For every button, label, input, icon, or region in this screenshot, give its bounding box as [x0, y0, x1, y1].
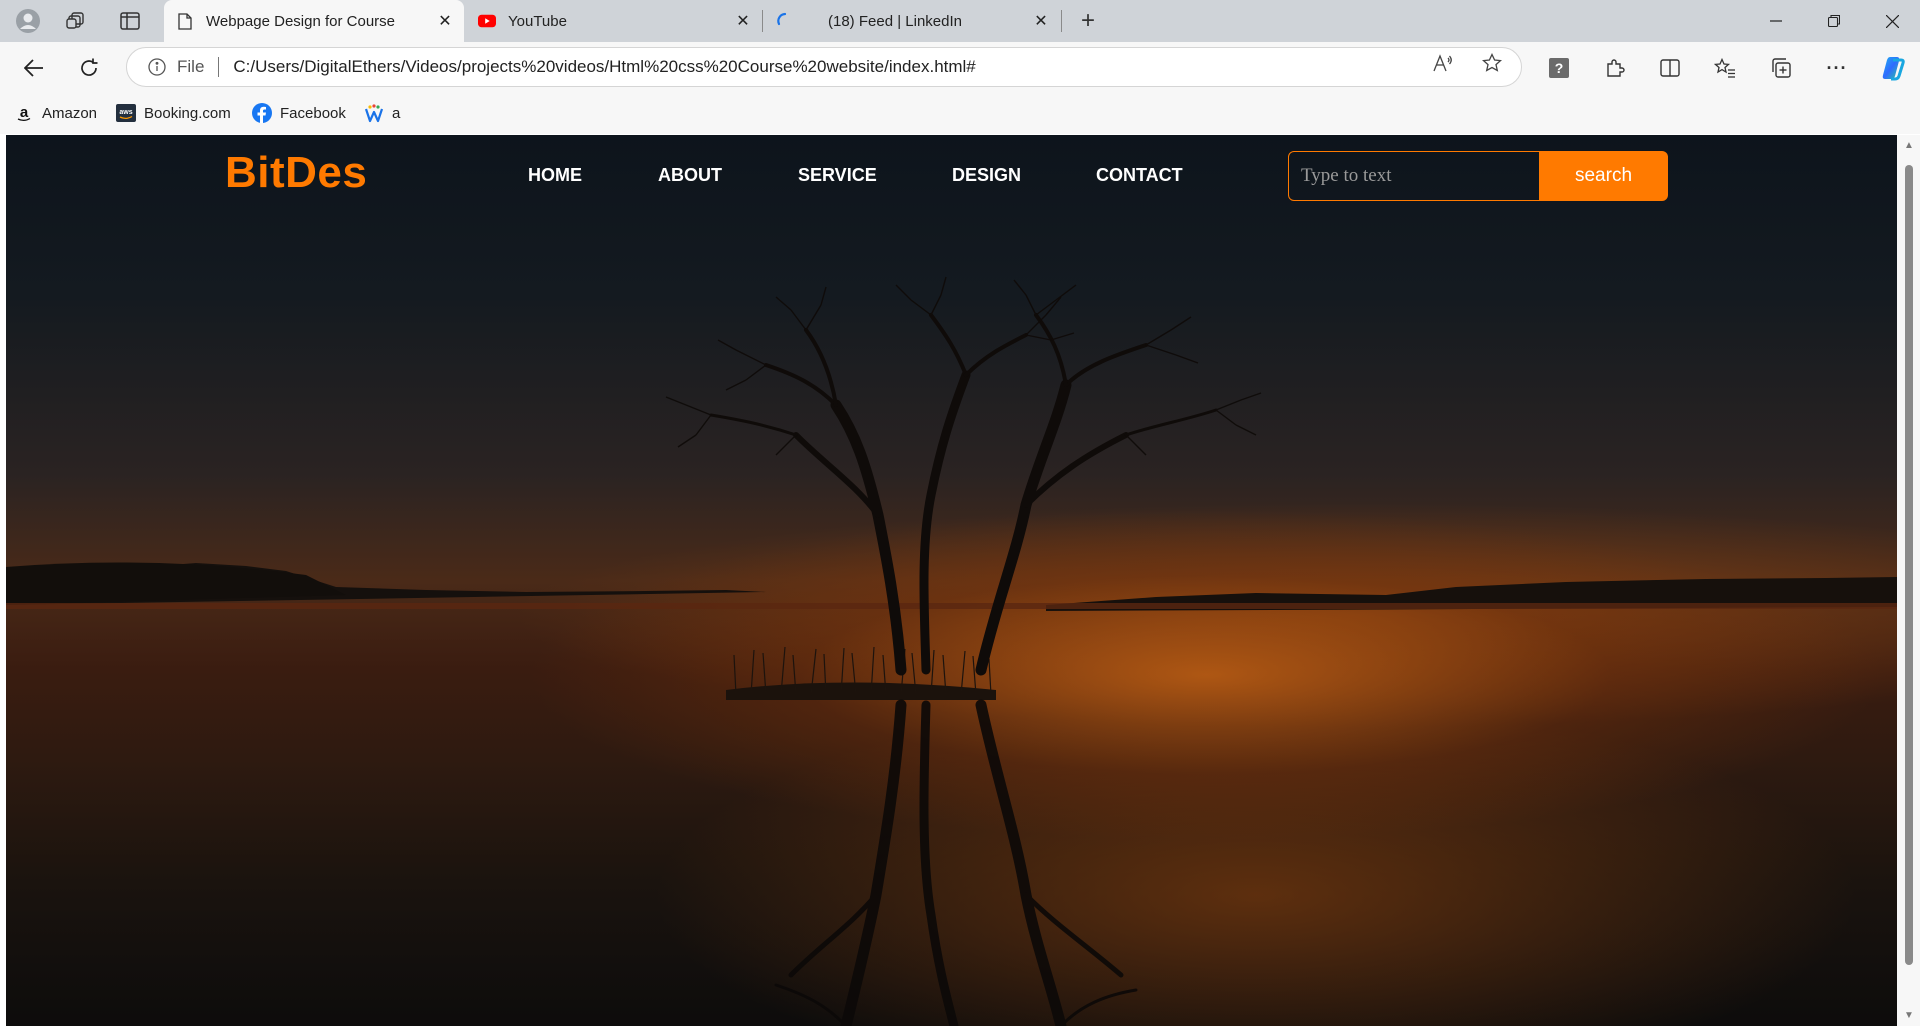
search-input[interactable] — [1288, 151, 1540, 201]
more-options-icon[interactable]: ··· — [1820, 51, 1854, 85]
tab-separator — [1061, 10, 1062, 32]
nav-service[interactable]: SERVICE — [798, 165, 877, 186]
tab-youtube[interactable]: YouTube ✕ — [466, 0, 762, 42]
nav-about[interactable]: ABOUT — [658, 165, 722, 186]
nav-home[interactable]: HOME — [528, 165, 582, 186]
favorite-booking[interactable]: aws Booking.com — [116, 102, 231, 124]
w-icon — [364, 103, 384, 123]
favorites-icon[interactable] — [1708, 51, 1742, 85]
help-icon[interactable]: ? — [1542, 51, 1576, 85]
address-toolbar: File C:/Users/DigitalEthers/Videos/proje… — [0, 42, 1920, 92]
favorite-star-icon[interactable] — [1481, 52, 1503, 74]
close-tab-icon[interactable]: ✕ — [1028, 8, 1054, 34]
divider — [218, 57, 220, 77]
profile-icon[interactable] — [14, 7, 42, 35]
tab-linkedin[interactable]: (18) Feed | LinkedIn ✕ — [764, 0, 1060, 42]
url-text[interactable]: C:/Users/DigitalEthers/Videos/projects%2… — [233, 57, 975, 77]
svg-text:a: a — [20, 104, 29, 121]
loading-icon — [776, 12, 794, 30]
close-tab-icon[interactable]: ✕ — [730, 8, 756, 34]
favorite-amazon[interactable]: a Amazon — [14, 102, 97, 124]
favorites-bar: a Amazon aws Booking.com Facebook a — [0, 92, 1920, 134]
favorite-facebook[interactable]: Facebook — [252, 102, 346, 124]
collections-icon[interactable] — [1764, 51, 1798, 85]
youtube-icon — [478, 12, 496, 30]
back-icon[interactable] — [17, 51, 51, 85]
facebook-icon — [252, 103, 272, 123]
read-aloud-icon[interactable] — [1432, 52, 1454, 74]
minimize-icon[interactable] — [1748, 0, 1804, 42]
close-tab-icon[interactable]: ✕ — [432, 8, 458, 34]
scroll-down-icon[interactable]: ▼ — [1903, 1009, 1915, 1021]
favorite-label: Amazon — [42, 104, 98, 122]
tab-separator — [762, 10, 763, 32]
site-logo[interactable]: BitDes — [225, 148, 367, 198]
vertical-tabs-icon[interactable] — [116, 7, 144, 35]
favorite-label: a — [392, 104, 401, 122]
tab-title: Webpage Design for Course — [206, 12, 395, 30]
scroll-up-icon[interactable]: ▲ — [1903, 139, 1915, 151]
favorite-label: Facebook — [280, 104, 346, 122]
restore-icon[interactable] — [1806, 0, 1862, 42]
amazon-icon: a — [14, 103, 34, 123]
extensions-icon[interactable] — [1598, 51, 1632, 85]
address-bar[interactable]: File C:/Users/DigitalEthers/Videos/proje… — [126, 47, 1522, 87]
page-icon — [176, 12, 194, 30]
search-button[interactable]: search — [1539, 151, 1668, 201]
tab-title: YouTube — [508, 12, 567, 30]
copilot-icon[interactable] — [1876, 51, 1910, 85]
split-screen-icon[interactable] — [1653, 51, 1687, 85]
aws-icon: aws — [116, 103, 136, 123]
tab-strip: Webpage Design for Course ✕ YouTube ✕ (1… — [0, 0, 1920, 42]
svg-text:aws: aws — [119, 109, 132, 116]
favorite-label: Booking.com — [144, 104, 231, 122]
close-window-icon[interactable] — [1864, 0, 1920, 42]
scheme-label: File — [177, 57, 205, 76]
new-tab-icon[interactable]: + — [1074, 7, 1102, 35]
page-viewport: BitDes HOME ABOUT SERVICE DESIGN CONTACT… — [6, 135, 1897, 1026]
tab-title: (18) Feed | LinkedIn — [828, 12, 962, 30]
refresh-icon[interactable] — [72, 51, 106, 85]
nav-contact[interactable]: CONTACT — [1096, 165, 1183, 186]
nav-design[interactable]: DESIGN — [952, 165, 1021, 186]
workspaces-icon[interactable] — [62, 7, 90, 35]
favorite-a[interactable]: a — [364, 102, 400, 124]
info-icon[interactable] — [147, 57, 167, 77]
page-scrollbar[interactable]: ▲ ▼ — [1897, 135, 1920, 1026]
scroll-thumb[interactable] — [1905, 165, 1913, 965]
hero-background-image — [6, 276, 1897, 1026]
tab-webpage-design[interactable]: Webpage Design for Course ✕ — [164, 0, 464, 42]
svg-text:?: ? — [1555, 60, 1564, 76]
